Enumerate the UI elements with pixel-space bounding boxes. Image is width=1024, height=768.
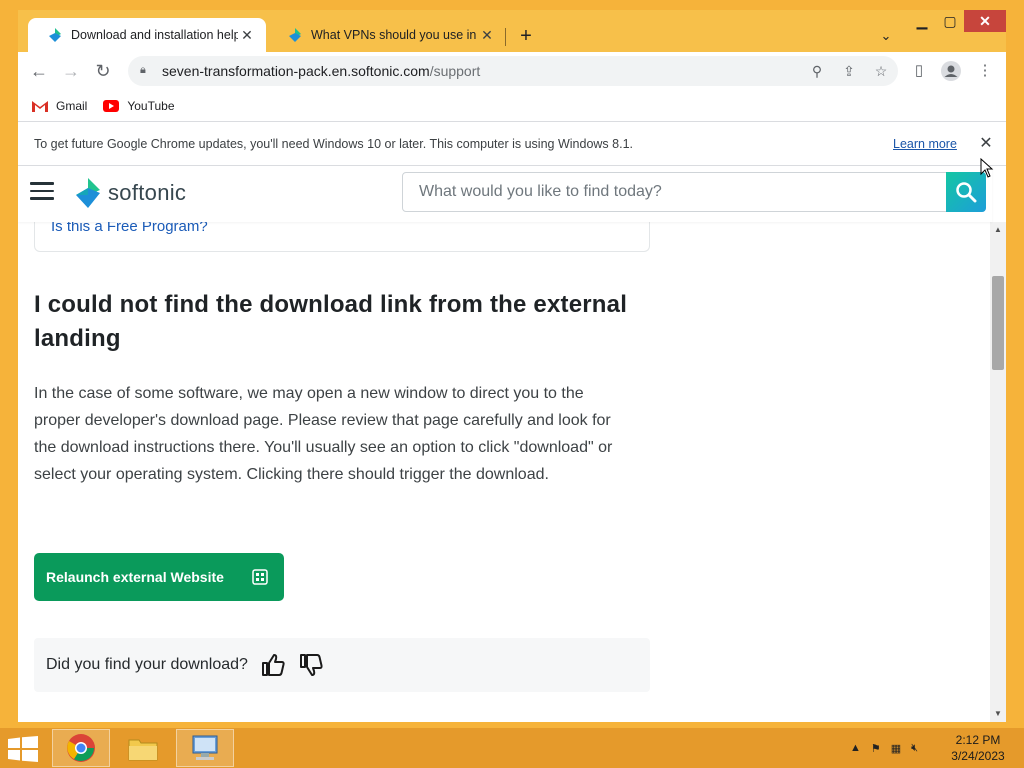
external-window-icon <box>252 569 268 585</box>
scroll-down-icon[interactable]: ▼ <box>990 706 1006 722</box>
tab-close-icon[interactable]: ✕ <box>478 26 496 44</box>
taskbar: ▲ ⚑ ▦ 🔇︎ 2:12 PM 3/24/2023 <box>0 728 1024 768</box>
windows-start-icon[interactable] <box>8 736 38 762</box>
computer-icon <box>192 735 218 760</box>
page-viewport: softonic Is this a Free Program? I could… <box>18 166 1006 722</box>
tab-separator <box>505 28 506 46</box>
url-host: seven-transformation-pack.en.softonic.co… <box>162 63 430 79</box>
browser-toolbar: ← → ↻ 🔒︎ seven-transformation-pack.en.so… <box>18 52 1006 90</box>
bookmark-label: Gmail <box>56 98 88 113</box>
window-close-icon[interactable]: ✕ <box>964 10 1006 32</box>
chrome-icon <box>67 734 95 762</box>
article-title: I could not find the download link from … <box>34 291 628 352</box>
bookmark-youtube[interactable]: YouTube <box>103 98 175 113</box>
minimize-icon[interactable]: ▁ <box>908 10 936 32</box>
logo-text: softonic <box>108 180 187 205</box>
taskbar-chrome[interactable] <box>52 729 110 767</box>
maximize-icon[interactable]: ▢ <box>936 10 964 32</box>
softonic-logo-icon <box>76 178 100 208</box>
lock-icon: 🔒︎ <box>140 64 146 76</box>
share-icon[interactable]: ⇪ <box>836 56 862 86</box>
learn-more-link[interactable]: Learn more <box>893 137 957 151</box>
zoom-icon[interactable]: ⚲ <box>804 56 830 86</box>
side-panel-icon[interactable]: ▯ <box>906 58 932 84</box>
hamburger-menu-icon[interactable] <box>30 182 54 202</box>
network-icon[interactable]: ▦ <box>891 742 901 755</box>
feedback-box: Did you find your download? <box>34 638 650 692</box>
site-search <box>402 172 986 212</box>
tab-title: What VPNs should you use in 20 <box>311 28 478 42</box>
softonic-favicon-icon <box>289 28 301 42</box>
taskbar-file-explorer[interactable] <box>114 729 172 767</box>
update-infobar: To get future Google Chrome updates, you… <box>18 122 1006 166</box>
tab-close-icon[interactable]: ✕ <box>238 26 256 44</box>
folder-icon <box>128 739 158 761</box>
infobar-message: To get future Google Chrome updates, you… <box>34 136 633 151</box>
thumbs-up-icon[interactable] <box>260 652 286 678</box>
system-tray: ▲ ⚑ ▦ 🔇︎ <box>850 738 928 758</box>
browser-window: Download and installation help ✕ What VP… <box>18 10 1006 722</box>
action-center-flag-icon[interactable]: ⚑ <box>871 742 881 755</box>
clock-time: 2:12 PM <box>955 733 1001 747</box>
search-button[interactable] <box>946 172 986 212</box>
back-icon[interactable]: ← <box>26 58 52 84</box>
tab-strip: Download and installation help ✕ What VP… <box>18 10 1006 52</box>
menu-kebab-icon[interactable]: ⋮ <box>972 58 998 84</box>
feedback-question: Did you find your download? <box>46 656 248 673</box>
profile-avatar-icon[interactable] <box>938 58 964 84</box>
youtube-icon <box>103 99 120 112</box>
thumbs-down-icon[interactable] <box>298 652 324 678</box>
tab-download-help[interactable]: Download and installation help ✕ <box>28 18 266 52</box>
bookmark-star-icon[interactable]: ☆ <box>868 56 894 86</box>
bookmark-label: YouTube <box>127 98 175 113</box>
site-header: softonic <box>18 166 992 222</box>
relaunch-label: Relaunch external Website <box>46 569 224 585</box>
clock-date: 3/24/2023 <box>951 749 1005 763</box>
softonic-logo[interactable]: softonic <box>74 176 186 210</box>
taskbar-clock[interactable]: 2:12 PM 3/24/2023 <box>940 732 1016 764</box>
new-tab-icon[interactable]: + <box>514 24 538 48</box>
bookmark-gmail[interactable]: Gmail <box>32 99 87 113</box>
tab-vpns[interactable]: What VPNs should you use in 20 ✕ <box>268 18 506 52</box>
taskbar-remote-desktop[interactable] <box>176 729 234 767</box>
chevron-down-icon[interactable]: ⌄ <box>874 24 898 48</box>
tray-expand-icon[interactable]: ▲ <box>850 742 861 754</box>
address-bar[interactable]: 🔒︎ seven-transformation-pack.en.softonic… <box>128 56 898 86</box>
scroll-up-icon[interactable]: ▲ <box>990 222 1006 238</box>
search-icon <box>956 182 977 203</box>
infobar-close-icon[interactable]: ✕ <box>974 132 998 156</box>
page-scrollbar[interactable]: ▲ ▼ <box>990 222 1006 722</box>
article-body: In the case of some software, we may ope… <box>34 385 613 483</box>
softonic-favicon-icon <box>49 28 61 42</box>
forward-icon[interactable]: → <box>58 58 84 84</box>
volume-muted-icon[interactable]: 🔇︎ <box>911 742 918 755</box>
bookmarks-bar: Gmail YouTube <box>18 90 1006 122</box>
relaunch-website-button[interactable]: Relaunch external Website <box>34 553 284 601</box>
mouse-cursor-icon <box>980 158 994 178</box>
reload-icon[interactable]: ↻ <box>90 58 116 84</box>
tab-title: Download and installation help <box>71 28 238 42</box>
url-path: /support <box>429 63 481 79</box>
gmail-icon <box>32 100 48 112</box>
site-search-input[interactable] <box>403 174 943 210</box>
scrollbar-thumb[interactable] <box>992 276 1004 370</box>
